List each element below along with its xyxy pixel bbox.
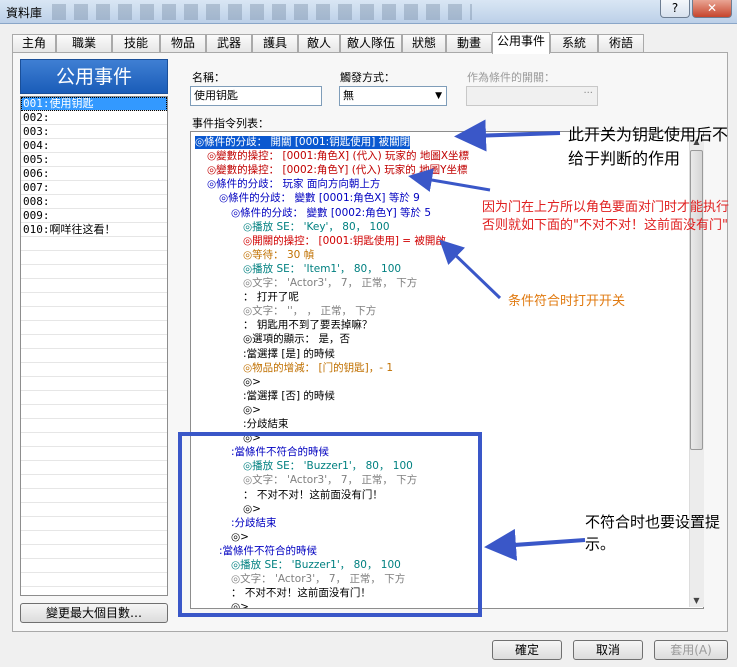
arrow-to-switch <box>454 119 561 152</box>
arrow-to-direction <box>408 168 491 192</box>
annotation-switch-note: 此开关为钥匙使用后不给于判断的作用 <box>568 125 729 168</box>
annotation-direction-note: 因为门在上方所以角色要面对门时才能执行否则就如下面的"不对不对！这前面没有门" <box>482 200 730 233</box>
annotation-arrows <box>408 119 586 561</box>
arrow-to-else <box>484 528 586 561</box>
apply-button[interactable]: 套用(A) <box>654 640 728 660</box>
annotation-condition-note: 条件符合时打开开关 <box>508 294 626 309</box>
annotation-else-note: 不符合时也要设置提示。 <box>585 513 721 553</box>
ok-button[interactable]: 確定 <box>492 640 562 660</box>
cancel-button[interactable]: 取消 <box>573 640 643 660</box>
tab-10[interactable]: 公用事件 <box>492 32 550 54</box>
arrow-to-switch-on <box>439 239 502 300</box>
